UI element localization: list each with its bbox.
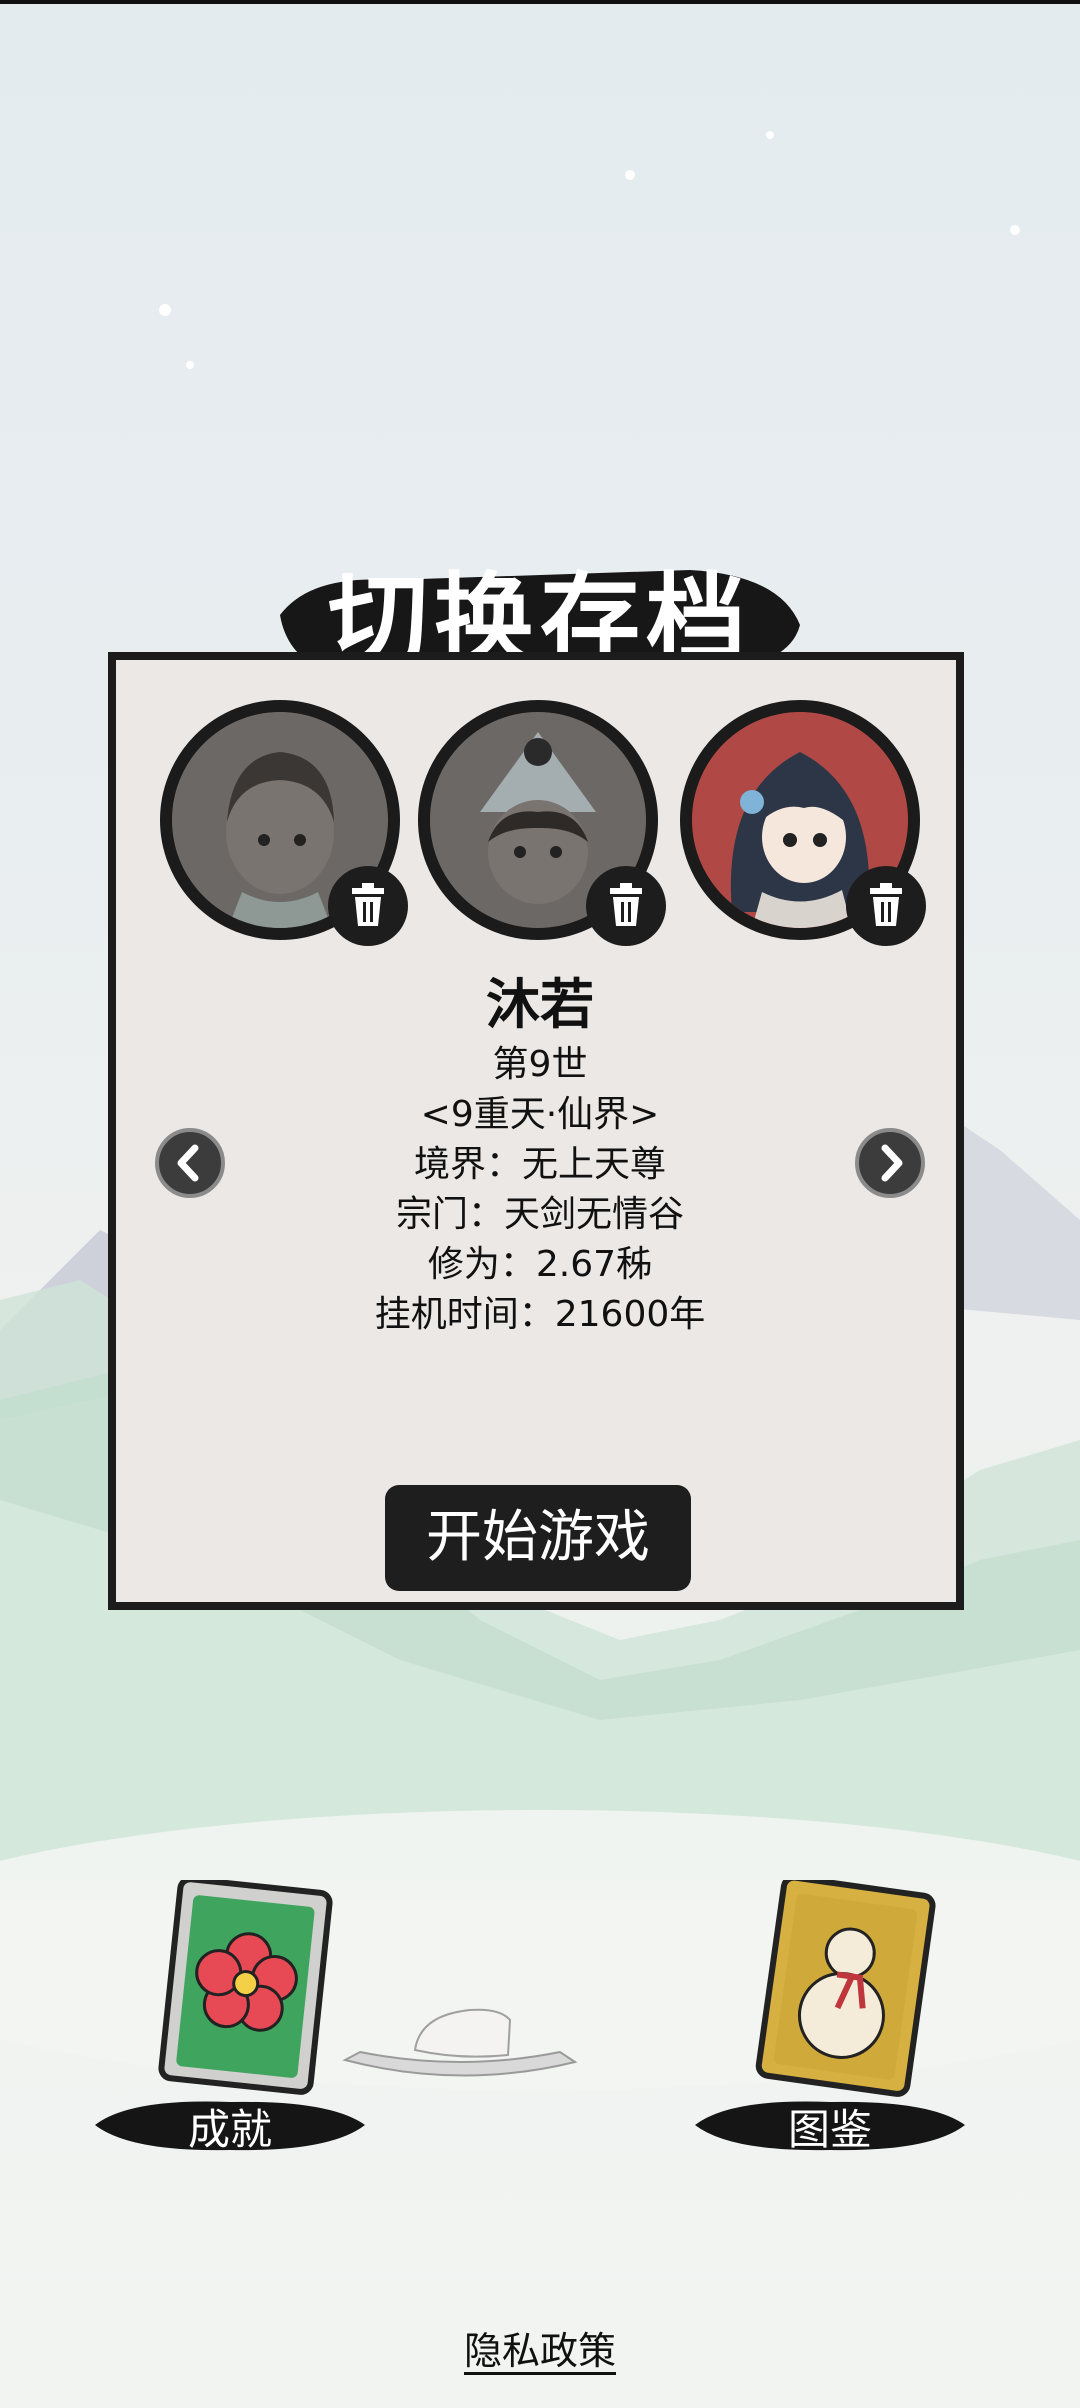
delete-save-3-button[interactable]: [846, 866, 926, 946]
achievements-card[interactable]: [140, 1876, 340, 2100]
character-world: <9重天·仙界>: [420, 1094, 660, 1135]
flower-card-icon: [158, 1876, 333, 2095]
trash-icon: [610, 883, 642, 926]
character-cultivation: 修为：2.67秭: [427, 1244, 653, 1285]
character-generation: 第9世: [492, 1044, 588, 1085]
next-save-button[interactable]: [855, 1128, 925, 1198]
chevron-left-icon: [177, 1144, 199, 1182]
character-name: 沐若: [486, 973, 594, 1036]
start-game-button[interactable]: 开始游戏: [385, 1485, 691, 1591]
prev-save-button[interactable]: [155, 1128, 225, 1198]
collection-label: 图鉴: [787, 2105, 872, 2154]
trash-icon: [870, 883, 902, 926]
character-idle-time: 挂机时间：21600年: [374, 1294, 706, 1335]
gourd-card-icon: [755, 1874, 936, 2097]
collection-card[interactable]: [740, 1874, 940, 2100]
chevron-right-icon: [881, 1144, 903, 1182]
trash-icon: [352, 883, 384, 926]
privacy-policy-link[interactable]: 隐私政策: [460, 2320, 620, 2375]
achievements-label: 成就: [187, 2105, 272, 2154]
delete-save-2-button[interactable]: [586, 866, 666, 946]
delete-save-1-button[interactable]: [328, 866, 408, 946]
